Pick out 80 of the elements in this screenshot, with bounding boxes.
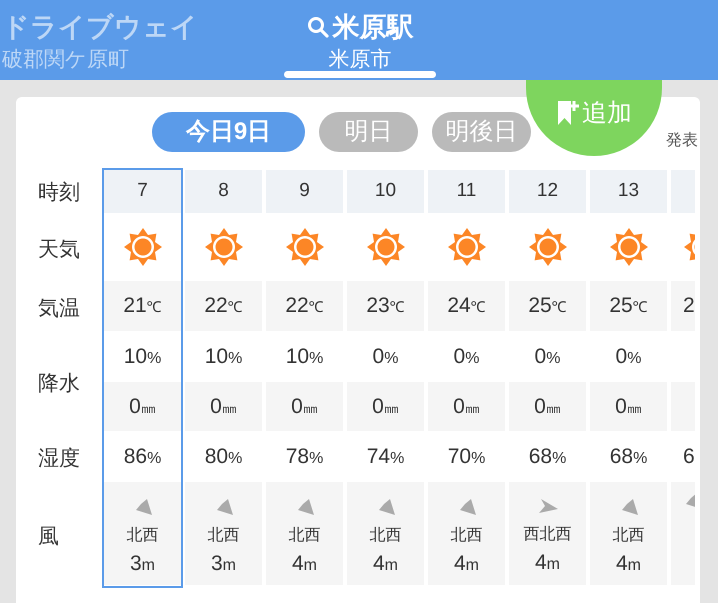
hour-label: 7 (137, 179, 148, 204)
hour-column[interactable]: 2 6 (669, 168, 695, 588)
bookmark-plus-icon (556, 99, 580, 127)
announcement-time: 発表 (666, 130, 698, 151)
sun-icon (446, 227, 486, 267)
sun-icon (608, 227, 648, 267)
humidity-value: 68% (610, 444, 648, 470)
precipitation-amount: 0㎜ (453, 394, 480, 420)
wind-direction: 北西 (370, 526, 402, 546)
humidity-value: 74% (366, 444, 404, 470)
temperature-value: 22℃ (285, 293, 324, 320)
wind-speed: 3m (130, 550, 155, 577)
search-icon (306, 16, 328, 38)
precipitation-chance: 0% (616, 344, 642, 370)
precipitation-amount: 0㎜ (615, 394, 642, 420)
hour-column[interactable]: 12 25℃ 0% 0㎜ 68% 西北西 4m (507, 168, 588, 588)
humidity-value: 78% (286, 444, 324, 470)
sun-icon (204, 227, 244, 267)
wind-speed: 4m (372, 550, 398, 577)
hour-label: 9 (299, 179, 310, 204)
temperature-value: 21℃ (123, 293, 162, 320)
precipitation-chance: 10% (204, 344, 242, 370)
humidity-value: 70% (448, 444, 486, 470)
row-label: 風 (38, 524, 59, 550)
sun-icon (528, 227, 568, 267)
location-title: 米原駅 (332, 14, 414, 40)
wind-speed: 4m (292, 550, 317, 577)
precipitation-chance: 0% (454, 344, 480, 370)
hour-column[interactable]: 9 22℃ 10% 0㎜ 78% 北西 4m (264, 168, 345, 588)
hour-label: 13 (618, 179, 640, 204)
temperature-value: 22℃ (204, 293, 243, 320)
hour-label: 11 (456, 179, 476, 204)
temperature-value: 23℃ (366, 293, 405, 320)
wind-arrow-icon (536, 496, 558, 515)
location-subtitle: 破郡関ケ原町 (2, 49, 129, 70)
wind-speed: 4m (616, 550, 641, 577)
precipitation-chance: 0% (534, 344, 560, 370)
precipitation-chance: 10% (124, 344, 162, 370)
hour-column[interactable]: 13 25℃ 0% 0㎜ 68% 北西 4m (588, 168, 669, 588)
row-label: 天気 (38, 236, 80, 263)
wind-speed: 4m (534, 550, 560, 576)
hour-column[interactable]: 7 21℃ 10% 0㎜ 86% 北西 3m (102, 168, 183, 588)
hour-column[interactable]: 8 22℃ 10% 0㎜ 80% 北西 3m (183, 168, 264, 588)
humidity-value: 68% (528, 444, 566, 470)
location-title: ドライブウェイ (2, 14, 198, 40)
sun-icon (284, 227, 324, 267)
precipitation-amount: 0㎜ (534, 394, 561, 420)
wind-direction: 北西 (450, 526, 482, 546)
precipitation-amount: 0㎜ (210, 394, 237, 420)
sun-icon (366, 227, 406, 267)
wind-direction: 北西 (126, 526, 158, 546)
precipitation-chance: 10% (286, 344, 324, 370)
humidity-value: 86% (124, 444, 162, 470)
precipitation-amount: 0㎜ (372, 394, 399, 420)
location-subtitle: 米原市 (328, 49, 392, 70)
hour-column[interactable]: 10 23℃ 0% 0㎜ 74% 北西 4m (345, 168, 426, 588)
precipitation-amount: 0㎜ (129, 394, 156, 420)
row-label: 時刻 (38, 180, 80, 206)
hour-column[interactable]: 11 24℃ 0% 0㎜ 70% 北西 4m (426, 168, 507, 588)
row-label: 気温 (38, 296, 80, 322)
wind-direction: 北西 (612, 526, 644, 546)
sun-icon (122, 227, 162, 267)
hour-label: 10 (374, 179, 396, 204)
temperature-value: 24℃ (447, 293, 486, 320)
wind-speed: 3m (210, 550, 236, 577)
wind-speed: 4m (454, 550, 479, 577)
precipitation-chance: 0% (372, 344, 398, 370)
humidity-value: 80% (204, 444, 242, 470)
hour-label: 12 (536, 179, 558, 204)
row-label: 湿度 (38, 446, 80, 472)
wind-direction: 西北西 (524, 524, 572, 545)
wind-direction: 北西 (208, 526, 240, 546)
row-label: 降水 (38, 371, 80, 398)
temperature-value: 25℃ (528, 293, 567, 320)
precipitation-amount: 0㎜ (291, 394, 318, 420)
humidity-value: 6 (683, 444, 695, 470)
temperature-value: 2 (683, 293, 695, 320)
wind-direction: 北西 (288, 526, 320, 546)
hour-label: 8 (218, 179, 229, 204)
temperature-value: 25℃ (609, 293, 648, 320)
